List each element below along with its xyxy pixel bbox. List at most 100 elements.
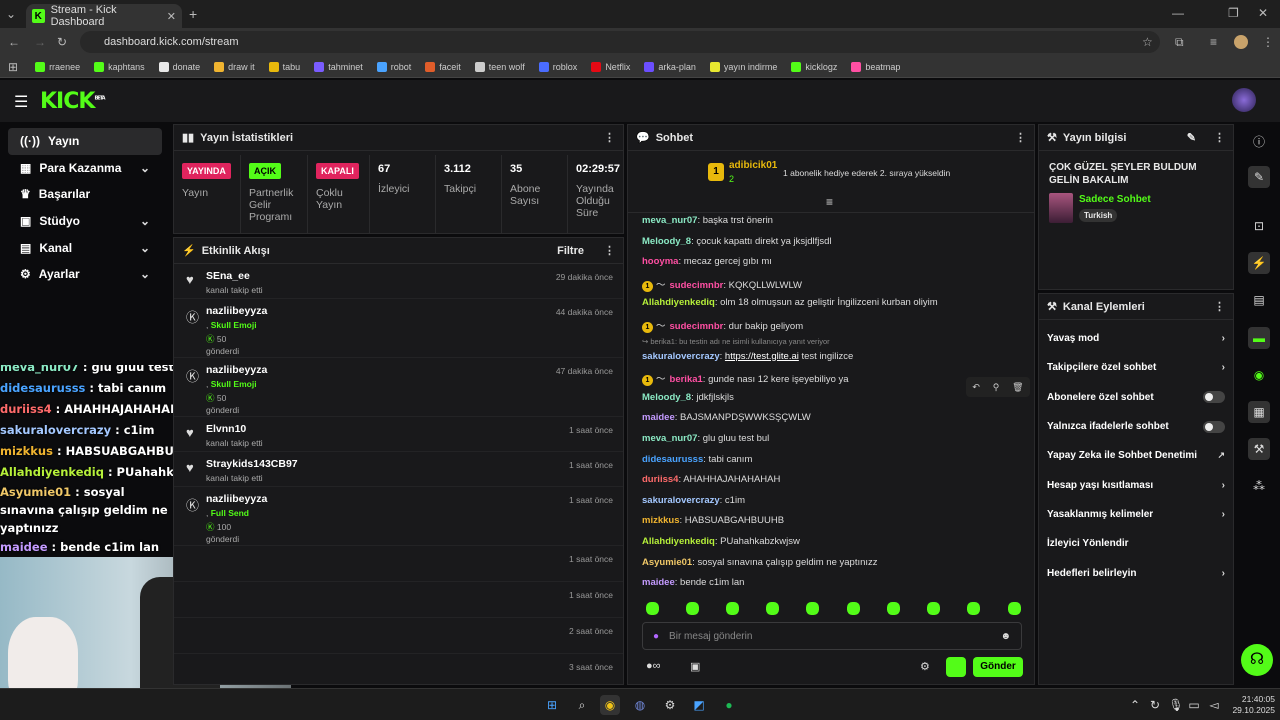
browser-tab[interactable]: K Stream - Kick Dashboard ✕: [26, 4, 182, 28]
event-item[interactable]: Ⓚnazliibeyyza , Skull Emoji Ⓚ 50 gönderdi 44…: [174, 299, 623, 358]
back-icon[interactable]: ←: [8, 35, 20, 49]
chat-username[interactable]: didesaurusss: [642, 454, 703, 465]
lightning-icon[interactable]: ⚡: [1248, 252, 1270, 274]
gear-icon[interactable]: ⚙: [920, 660, 930, 673]
bookmark-item[interactable]: kicklogz: [784, 61, 844, 72]
bookmark-item[interactable]: roblox: [532, 61, 585, 72]
more-icon[interactable]: ⋮: [1214, 300, 1225, 313]
emote-icon[interactable]: [927, 602, 940, 615]
pinned-user[interactable]: adibicik01: [729, 160, 777, 171]
settings-icon[interactable]: ⚙: [660, 695, 680, 715]
filter-button[interactable]: Filtre: [557, 245, 584, 257]
chat-link[interactable]: https://test.glite.ai: [725, 351, 799, 362]
bookmark-item[interactable]: yayın indirme: [703, 61, 785, 72]
channel-action-item[interactable]: Yalnızca ifadelerle sohbet: [1039, 412, 1233, 441]
emote-icon[interactable]: [967, 602, 980, 615]
chrome-icon[interactable]: ◉: [600, 695, 620, 715]
toggle-switch[interactable]: [1203, 391, 1225, 404]
chat-username[interactable]: Meloody_8: [642, 236, 691, 247]
nav-item-ayarlar[interactable]: ⚙ Ayarlar ⌄: [8, 261, 162, 288]
tab-list-icon[interactable]: ⌄: [6, 7, 16, 21]
chat-username[interactable]: Asyumie01: [642, 557, 692, 568]
url-input[interactable]: dashboard.kick.com/stream: [80, 31, 1160, 53]
emote-icon[interactable]: [887, 602, 900, 615]
event-item[interactable]: 1 saat önce: [174, 546, 623, 582]
chat-message[interactable]: didesaurusss: tabi canım: [642, 454, 752, 465]
discord-icon[interactable]: ◍: [630, 695, 650, 715]
chat-username[interactable]: maidee: [642, 412, 675, 423]
clock[interactable]: 21:40:05 29.10.2025: [1225, 694, 1275, 716]
chat-message[interactable]: meva_nur07: glu gluu test bul: [642, 433, 769, 444]
pin-icon[interactable]: ⚲: [993, 382, 1000, 393]
edit-icon[interactable]: ✎: [1187, 131, 1196, 144]
event-user[interactable]: nazliibeyyza: [206, 493, 615, 505]
browser-menu-icon[interactable]: ⋮: [1262, 35, 1274, 49]
search-icon[interactable]: ⌕: [572, 695, 592, 715]
chat-message[interactable]: Allahdiyenkediq: olm 18 olmuşsun az geli…: [642, 297, 938, 308]
user-avatar[interactable]: [1232, 88, 1256, 112]
chat-message[interactable]: Meloody_8: jdkfjlskjls: [642, 392, 734, 403]
event-user[interactable]: SEna_ee: [206, 270, 615, 282]
bookmark-item[interactable]: Netflix: [584, 61, 637, 72]
camera-icon[interactable]: ⊡: [1248, 215, 1270, 237]
chat-message[interactable]: maidee: bende c1im lan: [642, 577, 744, 588]
chat-username[interactable]: meva_nur07: [642, 215, 697, 226]
event-item[interactable]: 1 saat önce: [174, 582, 623, 618]
extensions-icon[interactable]: ⧉: [1175, 35, 1184, 50]
chat-message[interactable]: Asyumie01: sosyal sınavına çalışıp geldi…: [642, 557, 878, 568]
bookmark-item[interactable]: rraenee: [28, 61, 87, 72]
chat-message[interactable]: sakuralovercrazy: https://test.glite.ai …: [642, 351, 853, 362]
store-icon[interactable]: ▣: [690, 660, 700, 673]
chat-message[interactable]: 1 〜 sudecimnbr: dur bakip geliyom: [642, 318, 803, 333]
clipboard-icon[interactable]: ▤: [1248, 289, 1270, 311]
volume-icon[interactable]: ◅: [1204, 695, 1224, 715]
layout-icon[interactable]: ▦: [1248, 401, 1270, 423]
emoji-icon[interactable]: ☻: [1000, 631, 1011, 642]
users-icon[interactable]: ⁂: [1248, 475, 1270, 497]
bookmark-item[interactable]: beatmap: [844, 61, 907, 72]
emote-icon[interactable]: [646, 602, 659, 615]
event-item[interactable]: 2 saat önce: [174, 618, 623, 654]
microphone-icon[interactable]: 🎙: [1166, 695, 1186, 715]
emote-icon[interactable]: [847, 602, 860, 615]
send-button[interactable]: Gönder: [973, 657, 1023, 677]
microphone-icon[interactable]: ●: [653, 631, 659, 642]
channel-action-item[interactable]: Yasaklanmış kelimeler ›: [1039, 500, 1233, 529]
reload-icon[interactable]: ↻: [57, 35, 67, 49]
channel-action-item[interactable]: Abonelere özel sohbet: [1039, 383, 1233, 412]
hamburger-menu-icon[interactable]: ☰: [14, 92, 28, 112]
bookmark-item[interactable]: teen wolf: [468, 61, 532, 72]
sync-icon[interactable]: ↻: [1145, 695, 1165, 715]
channel-action-item[interactable]: Yavaş mod ›: [1039, 324, 1233, 353]
windows-start-icon[interactable]: ⊞: [542, 695, 562, 715]
close-window-icon[interactable]: ✕: [1258, 6, 1268, 20]
chat-message[interactable]: mizkkus: HABSUABGAHBUUHB: [642, 515, 784, 526]
tray-chevron-up-icon[interactable]: ⌃: [1125, 695, 1145, 715]
spotify-icon[interactable]: ●: [719, 695, 739, 715]
toggle-switch[interactable]: [1203, 420, 1225, 433]
chat-username[interactable]: sakuralovercrazy: [642, 351, 720, 362]
chat-username[interactable]: berika1: [670, 374, 703, 385]
chat-settings-users-icon[interactable]: ●∞: [646, 660, 661, 672]
chat-message[interactable]: sakuralovercrazy: c1im: [642, 495, 745, 506]
info-icon[interactable]: ⓘ: [1248, 130, 1270, 152]
chat-message[interactable]: hooyma: mecaz gercej gıbı mı: [642, 256, 772, 267]
event-item[interactable]: 3 saat önce: [174, 654, 623, 684]
forward-icon[interactable]: →: [34, 35, 46, 49]
event-user[interactable]: Straykids143CB97: [206, 458, 615, 470]
more-icon[interactable]: ⋮: [604, 244, 615, 257]
emote-icon[interactable]: [1008, 602, 1021, 615]
more-icon[interactable]: ⋮: [1015, 131, 1026, 144]
nav-item-studyo[interactable]: ▣ Stüdyo ⌄: [8, 208, 162, 235]
chat-message[interactable]: 1 〜 sudecimnbr: KQKQLLWLWLW: [642, 277, 802, 292]
event-item[interactable]: Ⓚnazliibeyyza , Full Send Ⓚ 100 gönderdi 1 s…: [174, 487, 623, 546]
chat-message[interactable]: 1 〜 berika1: gunde nası 12 kere işeyebiliy…: [642, 371, 849, 387]
chat-username[interactable]: mizkkus: [642, 515, 680, 526]
support-headset-icon[interactable]: ☊: [1241, 644, 1273, 676]
edit-icon[interactable]: ✎: [1248, 166, 1270, 188]
apps-grid-icon[interactable]: ⊞: [8, 60, 18, 74]
chat-message[interactable]: meva_nur07: başka trst önerin: [642, 215, 773, 226]
emote-icon[interactable]: [686, 602, 699, 615]
chat-username[interactable]: meva_nur07: [642, 433, 697, 444]
nav-item-para-kazanma[interactable]: ▦ Para Kazanma ⌄: [8, 155, 162, 182]
